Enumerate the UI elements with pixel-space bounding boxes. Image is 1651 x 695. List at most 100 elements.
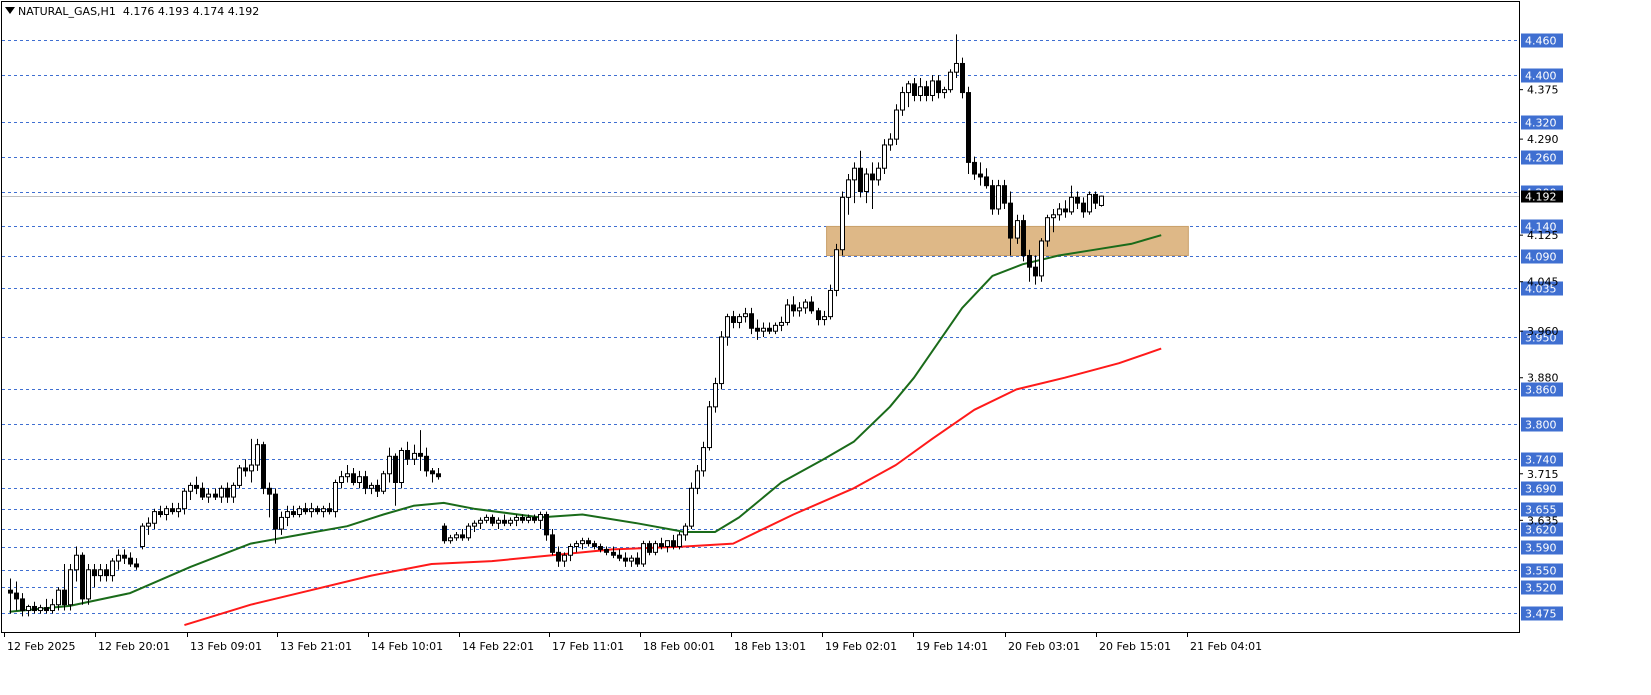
candle-body (683, 525, 688, 536)
candle-body (695, 470, 700, 489)
candle-body (333, 482, 338, 513)
candle-body (351, 473, 356, 484)
candle-body (466, 525, 471, 539)
candle-body (809, 301, 814, 312)
candle-body (767, 327, 772, 332)
candle-body (532, 516, 537, 521)
candle-body (116, 554, 121, 562)
candle-body (261, 444, 266, 489)
candle-body (924, 86, 929, 96)
candle-body (170, 508, 175, 513)
candle-body (424, 455, 429, 472)
candle-body (86, 569, 91, 600)
candle-body (840, 196, 845, 251)
candle-body (906, 83, 911, 94)
candle-body (598, 546, 603, 550)
candle-body (164, 508, 169, 516)
level-label: 4.260 (1525, 152, 1557, 165)
candle-body (448, 537, 453, 542)
candle-body (255, 444, 260, 466)
candle-body (267, 487, 272, 495)
x-tick-label: 19 Feb 14:01 (916, 640, 988, 653)
price-chart[interactable]: 4.4604.4004.3204.2604.2004.1404.0904.035… (0, 0, 1651, 691)
candle-body (677, 534, 682, 548)
candle-body (822, 316, 827, 321)
candle (689, 482, 694, 530)
candle-body (104, 569, 109, 577)
candle (1039, 238, 1044, 282)
candle-body (231, 484, 236, 498)
candle-body (32, 605, 37, 612)
candle-body (454, 534, 459, 539)
candle-body (996, 185, 1001, 210)
candle-body (44, 607, 49, 612)
candle-body (1075, 196, 1080, 204)
candle-body (418, 452, 423, 457)
candle-body (176, 508, 181, 513)
candle-body (92, 569, 97, 577)
candle-body (1069, 196, 1074, 213)
candle-body (1008, 202, 1013, 239)
ohlc-values: 4.176 4.193 4.174 4.192 (122, 5, 260, 18)
candle-body (623, 557, 628, 562)
level-label: 3.690 (1525, 483, 1557, 496)
candle (140, 523, 145, 550)
candle-body (538, 514, 543, 521)
candle-body (237, 467, 242, 486)
candle-body (200, 487, 205, 498)
candle (677, 531, 682, 550)
candle-body (876, 167, 881, 181)
candle (399, 447, 404, 489)
candle-body (134, 563, 139, 568)
candle-body (345, 473, 350, 478)
candle-body (803, 301, 808, 309)
candle-body (399, 449, 404, 484)
x-tick-label: 17 Feb 11:01 (552, 640, 624, 653)
candle-body (291, 511, 296, 516)
x-tick-label: 13 Feb 21:01 (280, 640, 352, 653)
candle-body (1087, 193, 1092, 213)
candle-body (701, 447, 706, 472)
collapse-triangle-icon[interactable] (5, 7, 15, 14)
candle-body (888, 138, 893, 146)
candle (894, 104, 899, 145)
candle (641, 540, 646, 567)
candle-body (984, 176, 989, 187)
candle (86, 563, 91, 605)
chart-container[interactable]: 4.4604.4004.3204.2604.2004.1404.0904.035… (0, 0, 1651, 691)
candle-body (279, 516, 284, 530)
candle-body (508, 519, 513, 524)
y-tick-label: 4.045 (1527, 276, 1559, 289)
candle-body (972, 161, 977, 175)
zone-rect (826, 225, 1189, 257)
candle-body (562, 554, 567, 562)
candle-body (755, 327, 760, 332)
candle-body (556, 551, 561, 562)
candle-body (936, 80, 941, 94)
candle-body (719, 336, 724, 385)
candle-body (550, 534, 555, 553)
candle-body (14, 592, 19, 600)
candle-body (990, 185, 995, 210)
candle-body (182, 490, 187, 510)
candle-body (828, 289, 833, 318)
candle-body (1081, 202, 1086, 213)
candle-body (412, 452, 417, 460)
candle-body (846, 179, 851, 198)
candle-body (502, 519, 507, 524)
candle-body (520, 516, 525, 521)
candle-body (213, 493, 218, 498)
candle-body (894, 109, 899, 140)
level-label: 3.520 (1525, 582, 1557, 595)
candle-body (960, 62, 965, 94)
level-label: 3.860 (1525, 384, 1557, 397)
candle-body (152, 511, 157, 524)
candle-body (478, 519, 483, 524)
candle-body (484, 516, 489, 521)
candle-body (122, 554, 127, 559)
candle (948, 69, 953, 93)
candle-body (761, 327, 766, 332)
candle-body (834, 249, 839, 291)
candle-body (749, 313, 754, 329)
y-tick-label: 3.960 (1527, 325, 1559, 338)
